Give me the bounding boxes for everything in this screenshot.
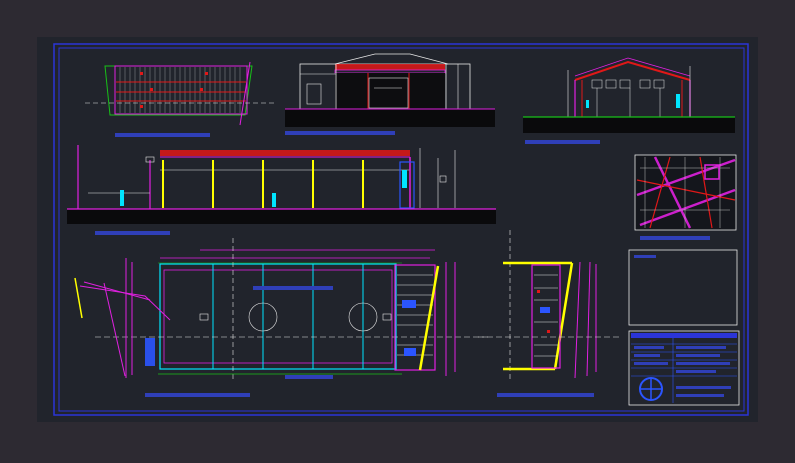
view-roof-plan-title [115, 133, 210, 137]
view-location-map-title [640, 236, 710, 240]
view-front-elevation-title [285, 131, 395, 135]
cad-drawing-sheet [0, 0, 795, 459]
cad-canvas [37, 37, 758, 422]
view-ground-floor-plan-title [145, 393, 250, 397]
view-location-map [634, 154, 737, 231]
university-logo-icon [639, 377, 663, 401]
view-section-aa-title [95, 231, 170, 235]
view-section-bb-title [525, 140, 600, 144]
view-upper-floor-plan-title [497, 393, 594, 397]
